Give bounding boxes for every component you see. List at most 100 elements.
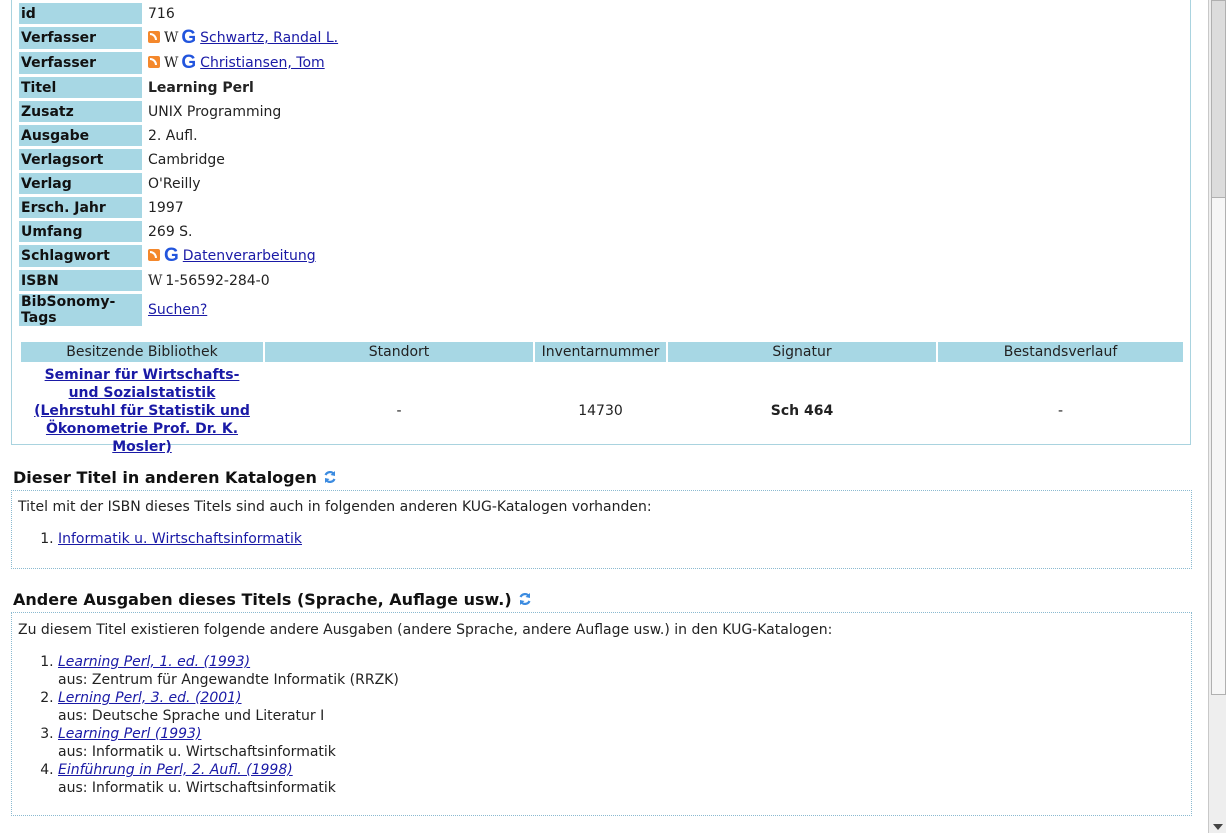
vertical-scrollbar[interactable]: [1208, 0, 1226, 833]
scrollbar-thumb[interactable]: [1211, 197, 1226, 695]
meta-row-subtitle: Zusatz UNIX Programming: [19, 101, 338, 122]
signature-cell: Sch 464: [770, 403, 834, 419]
meta-label: BibSonomy-Tags: [19, 294, 142, 326]
catalog-page: id 716 Verfasser W G Schwartz, Randal L. V…: [0, 0, 1208, 833]
meta-row-year: Ersch. Jahr 1997: [19, 197, 338, 218]
list-item: Learning Perl, 1. ed. (1993) aus: Zentrum…: [58, 653, 399, 689]
author-link[interactable]: Schwartz, Randal L.: [200, 30, 338, 46]
google-icon[interactable]: G: [181, 52, 196, 73]
meta-value: Suchen?: [142, 294, 338, 326]
meta-label: Ersch. Jahr: [19, 197, 142, 218]
meta-value: 2. Aufl.: [148, 127, 198, 144]
wikipedia-icon[interactable]: W: [164, 30, 178, 46]
meta-row-author: Verfasser W G Christiansen, Tom: [19, 52, 338, 74]
meta-label: Titel: [19, 77, 142, 98]
col-header-location: Standort: [265, 342, 533, 362]
wikipedia-icon[interactable]: W: [148, 273, 162, 289]
google-icon[interactable]: G: [164, 245, 179, 266]
other-editions-heading: Andere Ausgaben dieses Titels (Sprache, …: [13, 590, 532, 609]
other-catalogs-heading: Dieser Titel in anderen Katalogen: [13, 468, 337, 487]
library-cell: Seminar für Wirtschafts- und Sozialstati…: [21, 362, 263, 457]
meta-row-author: Verfasser W G Schwartz, Randal L.: [19, 27, 338, 49]
holdings-row: Seminar für Wirtschafts- und Sozialstati…: [21, 362, 1183, 457]
catalog-link[interactable]: Informatik u. Wirtschaftsinformatik: [58, 531, 302, 547]
meta-row-isbn: ISBN W 1-56592-284-0: [19, 270, 338, 291]
edition-link[interactable]: Lerning Perl, 3. ed. (2001): [58, 690, 242, 706]
meta-row-edition: Ausgabe 2. Aufl.: [19, 125, 338, 146]
edition-source: aus: Deutsche Sprache und Literatur I: [58, 708, 325, 724]
title-metadata-panel: id 716 Verfasser W G Schwartz, Randal L. V…: [11, 0, 1191, 455]
metadata-table: id 716 Verfasser W G Schwartz, Randal L. V…: [19, 0, 338, 329]
subject-link[interactable]: Datenverarbeitung: [183, 248, 316, 264]
other-editions-box: Zu diesem Titel existieren folgende ande…: [11, 612, 1192, 816]
list-item: Einführung in Perl, 2. Aufl. (1998) aus: …: [58, 761, 399, 797]
other-catalogs-list: Informatik u. Wirtschaftsinformatik: [38, 530, 302, 548]
meta-label: Ausgabe: [19, 125, 142, 146]
meta-label: Verlagsort: [19, 149, 142, 170]
meta-row-subject: Schlagwort G Datenverarbeitung: [19, 245, 338, 267]
list-item: Informatik u. Wirtschaftsinformatik: [58, 530, 302, 548]
refresh-icon[interactable]: [323, 470, 337, 484]
meta-label: Verlag: [19, 173, 142, 194]
rss-feed-icon[interactable]: [148, 249, 160, 261]
author-link[interactable]: Christiansen, Tom: [200, 55, 324, 71]
meta-value: 716: [148, 5, 175, 22]
meta-value: Cambridge: [148, 151, 225, 168]
list-item: Learning Perl (1993) aus: Informatik u. W…: [58, 725, 399, 761]
meta-row-place: Verlagsort Cambridge: [19, 149, 338, 170]
scrollbar-track-upper[interactable]: [1211, 0, 1226, 198]
col-header-history: Bestandsverlauf: [938, 342, 1183, 362]
other-editions-title: Andere Ausgaben dieses Titels (Sprache, …: [13, 590, 512, 609]
other-catalogs-text: Titel mit der ISBN dieses Titels sind au…: [18, 499, 652, 515]
meta-value: W 1-56592-284-0: [142, 270, 338, 291]
meta-value: UNIX Programming: [148, 103, 282, 120]
rss-feed-icon[interactable]: [148, 56, 160, 68]
meta-value: 1997: [148, 199, 184, 216]
isbn-value: 1-56592-284-0: [165, 272, 270, 289]
bibsonomy-search-link[interactable]: Suchen?: [148, 302, 207, 318]
meta-row-publisher: Verlag O'Reilly: [19, 173, 338, 194]
meta-label: Verfasser: [19, 52, 142, 74]
meta-label: id: [19, 3, 142, 24]
meta-label: Umfang: [19, 221, 142, 242]
meta-value: W G Christiansen, Tom: [142, 52, 338, 74]
scroll-down-arrow-icon[interactable]: [1213, 824, 1223, 830]
list-item: Lerning Perl, 3. ed. (2001) aus: Deutsche…: [58, 689, 399, 725]
col-header-library: Besitzende Bibliothek: [21, 342, 263, 362]
refresh-icon[interactable]: [518, 592, 532, 606]
library-link[interactable]: Seminar für Wirtschafts- und Sozialstati…: [28, 366, 256, 456]
meta-label: Verfasser: [19, 27, 142, 49]
wikipedia-icon[interactable]: W: [164, 55, 178, 71]
rss-feed-icon[interactable]: [148, 31, 160, 43]
holdings-table: Besitzende Bibliothek Standort Inventarn…: [19, 342, 1185, 457]
title-value: Learning Perl: [148, 79, 254, 96]
history-cell: -: [1057, 403, 1064, 419]
meta-value: O'Reilly: [148, 175, 201, 192]
meta-row-extent: Umfang 269 S.: [19, 221, 338, 242]
meta-value: 269 S.: [148, 223, 193, 240]
edition-link[interactable]: Learning Perl, 1. ed. (1993): [58, 654, 250, 670]
edition-link[interactable]: Einführung in Perl, 2. Aufl. (1998): [58, 762, 293, 778]
other-catalogs-title: Dieser Titel in anderen Katalogen: [13, 468, 317, 487]
meta-row-title: Titel Learning Perl: [19, 77, 338, 98]
meta-label: ISBN: [19, 270, 142, 291]
meta-value: G Datenverarbeitung: [142, 245, 338, 267]
edition-link[interactable]: Learning Perl (1993): [58, 726, 201, 742]
col-header-inventory: Inventarnummer: [535, 342, 666, 362]
inventory-cell: 14730: [578, 403, 623, 419]
meta-label: Zusatz: [19, 101, 142, 122]
col-header-signature: Signatur: [668, 342, 936, 362]
edition-source: aus: Informatik u. Wirtschaftsinformatik: [58, 744, 336, 760]
location-cell: -: [396, 403, 402, 419]
google-icon[interactable]: G: [181, 27, 196, 48]
other-editions-text: Zu diesem Titel existieren folgende ande…: [18, 622, 833, 638]
other-catalogs-box: Titel mit der ISBN dieses Titels sind au…: [11, 490, 1192, 569]
other-editions-list: Learning Perl, 1. ed. (1993) aus: Zentrum…: [38, 653, 399, 797]
meta-row-bibsonomy: BibSonomy-Tags Suchen?: [19, 294, 338, 326]
meta-value: W G Schwartz, Randal L.: [142, 27, 338, 49]
edition-source: aus: Zentrum für Angewandte Informatik (…: [58, 672, 399, 688]
meta-label: Schlagwort: [19, 245, 142, 267]
edition-source: aus: Informatik u. Wirtschaftsinformatik: [58, 780, 336, 796]
meta-row-id: id 716: [19, 3, 338, 24]
holdings-header-row: Besitzende Bibliothek Standort Inventarn…: [21, 342, 1183, 362]
